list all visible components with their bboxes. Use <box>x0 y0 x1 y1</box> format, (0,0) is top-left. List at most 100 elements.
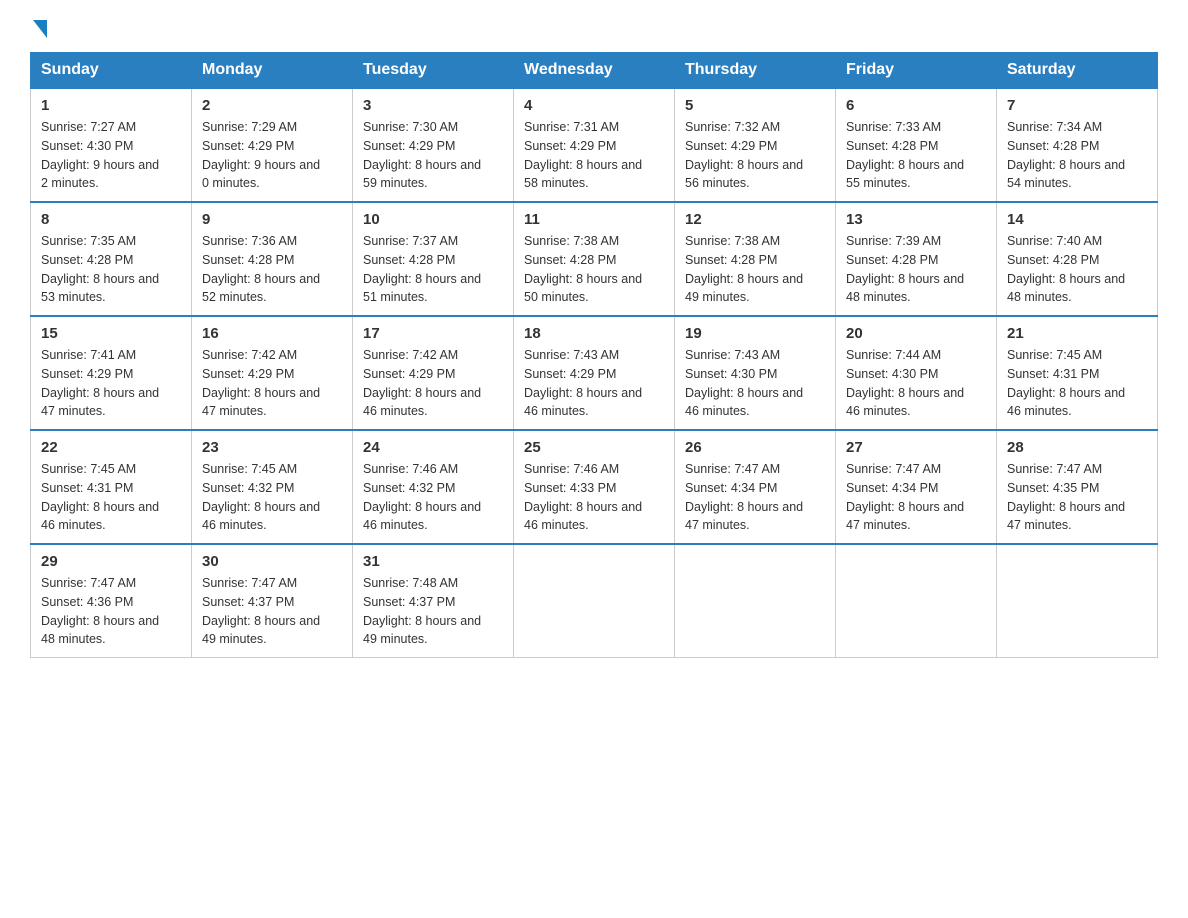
calendar-cell: 19 Sunrise: 7:43 AMSunset: 4:30 PMDaylig… <box>675 316 836 430</box>
calendar-cell: 16 Sunrise: 7:42 AMSunset: 4:29 PMDaylig… <box>192 316 353 430</box>
day-number: 8 <box>41 211 181 228</box>
day-info: Sunrise: 7:29 AMSunset: 4:29 PMDaylight:… <box>202 118 342 193</box>
calendar-cell: 17 Sunrise: 7:42 AMSunset: 4:29 PMDaylig… <box>353 316 514 430</box>
calendar-cell: 22 Sunrise: 7:45 AMSunset: 4:31 PMDaylig… <box>31 430 192 544</box>
day-number: 1 <box>41 97 181 114</box>
calendar-cell: 18 Sunrise: 7:43 AMSunset: 4:29 PMDaylig… <box>514 316 675 430</box>
day-number: 17 <box>363 325 503 342</box>
day-info: Sunrise: 7:45 AMSunset: 4:31 PMDaylight:… <box>41 460 181 535</box>
day-info: Sunrise: 7:43 AMSunset: 4:30 PMDaylight:… <box>685 346 825 421</box>
calendar-cell: 29 Sunrise: 7:47 AMSunset: 4:36 PMDaylig… <box>31 544 192 658</box>
day-number: 27 <box>846 439 986 456</box>
calendar-cell: 28 Sunrise: 7:47 AMSunset: 4:35 PMDaylig… <box>997 430 1158 544</box>
calendar-cell: 20 Sunrise: 7:44 AMSunset: 4:30 PMDaylig… <box>836 316 997 430</box>
calendar-cell: 9 Sunrise: 7:36 AMSunset: 4:28 PMDayligh… <box>192 202 353 316</box>
day-number: 26 <box>685 439 825 456</box>
day-info: Sunrise: 7:47 AMSunset: 4:34 PMDaylight:… <box>846 460 986 535</box>
day-number: 12 <box>685 211 825 228</box>
week-row-3: 15 Sunrise: 7:41 AMSunset: 4:29 PMDaylig… <box>31 316 1158 430</box>
calendar-cell: 24 Sunrise: 7:46 AMSunset: 4:32 PMDaylig… <box>353 430 514 544</box>
week-row-2: 8 Sunrise: 7:35 AMSunset: 4:28 PMDayligh… <box>31 202 1158 316</box>
calendar-cell: 6 Sunrise: 7:33 AMSunset: 4:28 PMDayligh… <box>836 88 997 202</box>
day-info: Sunrise: 7:46 AMSunset: 4:33 PMDaylight:… <box>524 460 664 535</box>
calendar-cell: 12 Sunrise: 7:38 AMSunset: 4:28 PMDaylig… <box>675 202 836 316</box>
day-info: Sunrise: 7:36 AMSunset: 4:28 PMDaylight:… <box>202 232 342 307</box>
day-info: Sunrise: 7:39 AMSunset: 4:28 PMDaylight:… <box>846 232 986 307</box>
header-thursday: Thursday <box>675 53 836 89</box>
day-number: 30 <box>202 553 342 570</box>
day-info: Sunrise: 7:37 AMSunset: 4:28 PMDaylight:… <box>363 232 503 307</box>
header-saturday: Saturday <box>997 53 1158 89</box>
header-tuesday: Tuesday <box>353 53 514 89</box>
day-info: Sunrise: 7:42 AMSunset: 4:29 PMDaylight:… <box>363 346 503 421</box>
day-number: 6 <box>846 97 986 114</box>
calendar-cell <box>997 544 1158 658</box>
day-info: Sunrise: 7:38 AMSunset: 4:28 PMDaylight:… <box>524 232 664 307</box>
calendar-cell: 27 Sunrise: 7:47 AMSunset: 4:34 PMDaylig… <box>836 430 997 544</box>
calendar-cell: 23 Sunrise: 7:45 AMSunset: 4:32 PMDaylig… <box>192 430 353 544</box>
logo <box>30 20 47 42</box>
day-info: Sunrise: 7:47 AMSunset: 4:34 PMDaylight:… <box>685 460 825 535</box>
day-info: Sunrise: 7:33 AMSunset: 4:28 PMDaylight:… <box>846 118 986 193</box>
calendar-cell: 25 Sunrise: 7:46 AMSunset: 4:33 PMDaylig… <box>514 430 675 544</box>
day-number: 16 <box>202 325 342 342</box>
day-info: Sunrise: 7:31 AMSunset: 4:29 PMDaylight:… <box>524 118 664 193</box>
day-info: Sunrise: 7:40 AMSunset: 4:28 PMDaylight:… <box>1007 232 1147 307</box>
calendar-cell <box>514 544 675 658</box>
day-info: Sunrise: 7:47 AMSunset: 4:37 PMDaylight:… <box>202 574 342 649</box>
day-number: 11 <box>524 211 664 228</box>
day-info: Sunrise: 7:47 AMSunset: 4:35 PMDaylight:… <box>1007 460 1147 535</box>
day-info: Sunrise: 7:46 AMSunset: 4:32 PMDaylight:… <box>363 460 503 535</box>
day-number: 3 <box>363 97 503 114</box>
day-number: 15 <box>41 325 181 342</box>
calendar-cell: 4 Sunrise: 7:31 AMSunset: 4:29 PMDayligh… <box>514 88 675 202</box>
week-row-4: 22 Sunrise: 7:45 AMSunset: 4:31 PMDaylig… <box>31 430 1158 544</box>
day-info: Sunrise: 7:43 AMSunset: 4:29 PMDaylight:… <box>524 346 664 421</box>
day-info: Sunrise: 7:45 AMSunset: 4:31 PMDaylight:… <box>1007 346 1147 421</box>
calendar-cell: 8 Sunrise: 7:35 AMSunset: 4:28 PMDayligh… <box>31 202 192 316</box>
day-info: Sunrise: 7:30 AMSunset: 4:29 PMDaylight:… <box>363 118 503 193</box>
calendar-cell: 3 Sunrise: 7:30 AMSunset: 4:29 PMDayligh… <box>353 88 514 202</box>
day-number: 13 <box>846 211 986 228</box>
day-info: Sunrise: 7:35 AMSunset: 4:28 PMDaylight:… <box>41 232 181 307</box>
week-row-1: 1 Sunrise: 7:27 AMSunset: 4:30 PMDayligh… <box>31 88 1158 202</box>
day-info: Sunrise: 7:32 AMSunset: 4:29 PMDaylight:… <box>685 118 825 193</box>
day-info: Sunrise: 7:27 AMSunset: 4:30 PMDaylight:… <box>41 118 181 193</box>
day-number: 5 <box>685 97 825 114</box>
day-info: Sunrise: 7:38 AMSunset: 4:28 PMDaylight:… <box>685 232 825 307</box>
day-number: 4 <box>524 97 664 114</box>
day-number: 23 <box>202 439 342 456</box>
day-info: Sunrise: 7:34 AMSunset: 4:28 PMDaylight:… <box>1007 118 1147 193</box>
logo-arrow-icon <box>33 20 47 38</box>
calendar-cell <box>675 544 836 658</box>
calendar-cell: 1 Sunrise: 7:27 AMSunset: 4:30 PMDayligh… <box>31 88 192 202</box>
day-number: 25 <box>524 439 664 456</box>
day-number: 24 <box>363 439 503 456</box>
day-number: 2 <box>202 97 342 114</box>
calendar-cell: 10 Sunrise: 7:37 AMSunset: 4:28 PMDaylig… <box>353 202 514 316</box>
day-number: 22 <box>41 439 181 456</box>
calendar-cell <box>836 544 997 658</box>
calendar-cell: 7 Sunrise: 7:34 AMSunset: 4:28 PMDayligh… <box>997 88 1158 202</box>
calendar-cell: 21 Sunrise: 7:45 AMSunset: 4:31 PMDaylig… <box>997 316 1158 430</box>
day-info: Sunrise: 7:48 AMSunset: 4:37 PMDaylight:… <box>363 574 503 649</box>
calendar-cell: 15 Sunrise: 7:41 AMSunset: 4:29 PMDaylig… <box>31 316 192 430</box>
day-number: 21 <box>1007 325 1147 342</box>
day-number: 29 <box>41 553 181 570</box>
calendar-table: SundayMondayTuesdayWednesdayThursdayFrid… <box>30 52 1158 658</box>
calendar-cell: 13 Sunrise: 7:39 AMSunset: 4:28 PMDaylig… <box>836 202 997 316</box>
calendar-cell: 31 Sunrise: 7:48 AMSunset: 4:37 PMDaylig… <box>353 544 514 658</box>
header-sunday: Sunday <box>31 53 192 89</box>
calendar-cell: 5 Sunrise: 7:32 AMSunset: 4:29 PMDayligh… <box>675 88 836 202</box>
day-info: Sunrise: 7:45 AMSunset: 4:32 PMDaylight:… <box>202 460 342 535</box>
header-monday: Monday <box>192 53 353 89</box>
calendar-cell: 30 Sunrise: 7:47 AMSunset: 4:37 PMDaylig… <box>192 544 353 658</box>
header-friday: Friday <box>836 53 997 89</box>
day-number: 28 <box>1007 439 1147 456</box>
day-number: 14 <box>1007 211 1147 228</box>
header-wednesday: Wednesday <box>514 53 675 89</box>
day-number: 9 <box>202 211 342 228</box>
calendar-cell: 26 Sunrise: 7:47 AMSunset: 4:34 PMDaylig… <box>675 430 836 544</box>
calendar-cell: 11 Sunrise: 7:38 AMSunset: 4:28 PMDaylig… <box>514 202 675 316</box>
day-info: Sunrise: 7:41 AMSunset: 4:29 PMDaylight:… <box>41 346 181 421</box>
